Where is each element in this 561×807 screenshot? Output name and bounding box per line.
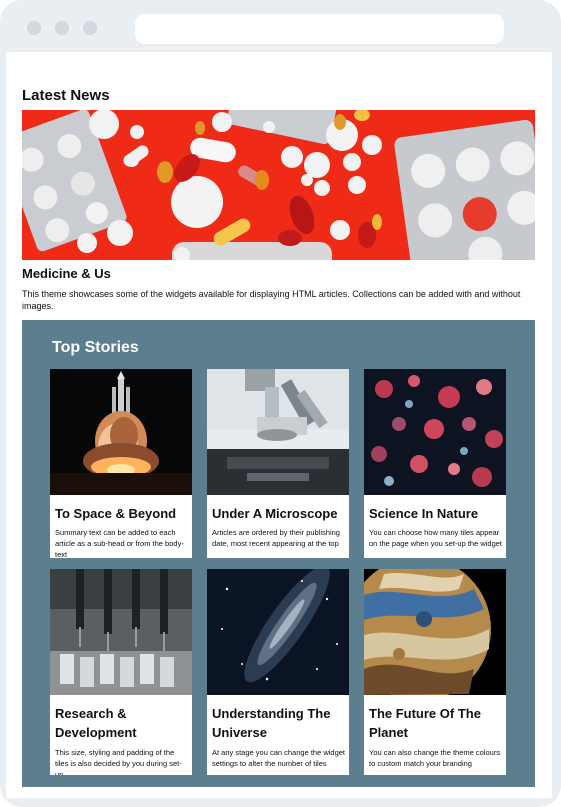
top-stories-section: Top Stories To Space & Beyond Summary te… xyxy=(22,320,535,787)
tile-summary: Articles are ordered by their publishing… xyxy=(212,528,340,548)
pills-illustration xyxy=(22,110,535,260)
page-content: Latest News Medicine & Us This theme sho… xyxy=(6,52,552,798)
jellyfish-image xyxy=(364,369,506,495)
tile-title: Understanding The Universe xyxy=(212,706,331,740)
tile-title: The Future Of The Planet xyxy=(369,706,481,740)
story-tile-space[interactable]: To Space & Beyond Summary text can be ad… xyxy=(50,369,192,558)
window-minimize-dot[interactable] xyxy=(55,21,69,35)
tile-summary: Summary text can be added to each articl… xyxy=(55,528,184,558)
hero-image-pills[interactable] xyxy=(22,110,535,260)
tile-title: Science In Nature xyxy=(369,506,479,521)
rocket-launch-image xyxy=(50,369,192,495)
tile-title: To Space & Beyond xyxy=(55,506,177,521)
story-tile-nature[interactable]: Science In Nature You can choose how man… xyxy=(364,369,506,558)
tile-title: Research & Development xyxy=(55,706,137,740)
story-tile-universe[interactable]: Understanding The Universe At any stage … xyxy=(207,569,349,775)
browser-frame: Latest News Medicine & Us This theme sho… xyxy=(0,0,561,807)
tile-summary: You can choose how many tiles appear on … xyxy=(369,528,503,548)
microscope-image xyxy=(207,369,349,495)
lab-pipette-image xyxy=(50,569,192,695)
tile-summary: At any stage you can change the widget s… xyxy=(212,748,346,768)
story-tile-microscope[interactable]: Under A Microscope Articles are ordered … xyxy=(207,369,349,558)
tile-title: Under A Microscope xyxy=(212,506,338,521)
tile-summary: This size, styling and padding of the ti… xyxy=(55,748,182,775)
latest-news-heading: Latest News xyxy=(22,87,110,104)
story-tile-planet[interactable]: The Future Of The Planet You can also ch… xyxy=(364,569,506,775)
galaxy-image xyxy=(207,569,349,695)
planet-image xyxy=(364,569,506,695)
story-tile-research[interactable]: Research & Development This size, stylin… xyxy=(50,569,192,775)
article-description: This theme showcases some of the widgets… xyxy=(22,289,521,311)
browser-titlebar xyxy=(0,0,561,52)
tile-summary: You can also change the theme colours to… xyxy=(369,748,501,768)
window-zoom-dot[interactable] xyxy=(83,21,97,35)
article-title[interactable]: Medicine & Us xyxy=(22,266,111,281)
top-stories-title: Top Stories xyxy=(52,339,139,356)
address-bar[interactable] xyxy=(135,14,504,44)
window-close-dot[interactable] xyxy=(27,21,41,35)
